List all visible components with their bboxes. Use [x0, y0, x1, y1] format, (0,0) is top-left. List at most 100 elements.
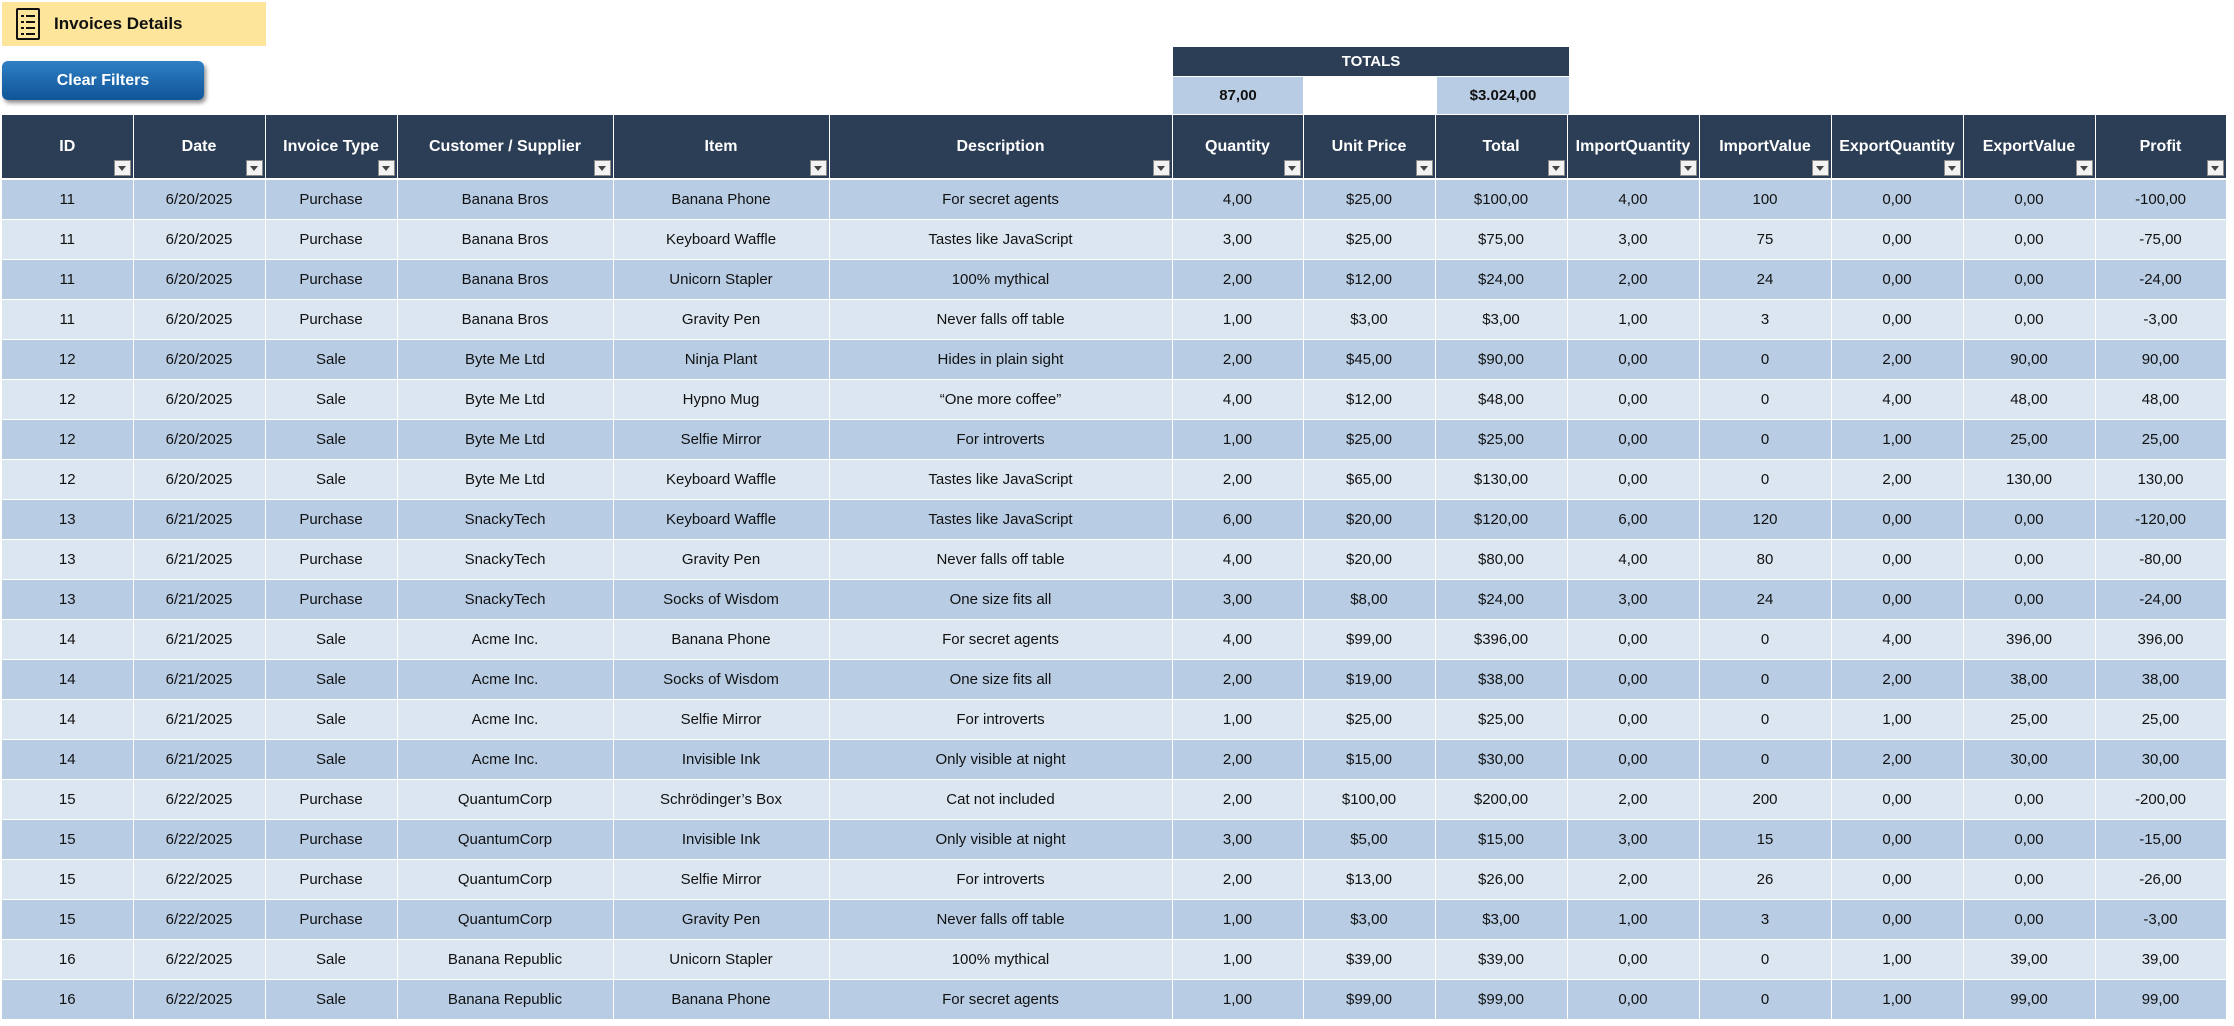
cell-total[interactable]: $3,00: [1435, 899, 1568, 940]
cell-invoice-type[interactable]: Sale: [265, 659, 398, 700]
cell-customer-supplier[interactable]: QuantumCorp: [397, 779, 614, 820]
cell-date[interactable]: 6/22/2025: [133, 899, 266, 940]
cell-import-value[interactable]: 0: [1699, 979, 1832, 1020]
cell-description[interactable]: Only visible at night: [829, 819, 1173, 860]
cell-customer-supplier[interactable]: Byte Me Ltd: [397, 379, 614, 420]
cell-import-value[interactable]: 3: [1699, 299, 1832, 340]
cell-id[interactable]: 15: [2, 859, 134, 900]
cell-export-value[interactable]: 0,00: [1963, 819, 2096, 860]
cell-invoice-type[interactable]: Sale: [265, 939, 398, 980]
cell-invoice-type[interactable]: Purchase: [265, 859, 398, 900]
cell-date[interactable]: 6/21/2025: [133, 579, 266, 620]
cell-profit[interactable]: -24,00: [2095, 579, 2227, 620]
cell-import-value[interactable]: 24: [1699, 579, 1832, 620]
cell-date[interactable]: 6/20/2025: [133, 178, 266, 220]
cell-invoice-type[interactable]: Purchase: [265, 539, 398, 580]
cell-id[interactable]: 13: [2, 539, 134, 580]
cell-id[interactable]: 14: [2, 619, 134, 660]
cell-total[interactable]: $3,00: [1435, 299, 1568, 340]
cell-description[interactable]: For introverts: [829, 859, 1173, 900]
cell-profit[interactable]: 396,00: [2095, 619, 2227, 660]
cell-item[interactable]: Banana Phone: [613, 178, 830, 220]
cell-quantity[interactable]: 2,00: [1172, 659, 1304, 700]
cell-item[interactable]: Ninja Plant: [613, 339, 830, 380]
cell-invoice-type[interactable]: Sale: [265, 739, 398, 780]
cell-total[interactable]: $99,00: [1435, 979, 1568, 1020]
cell-date[interactable]: 6/22/2025: [133, 859, 266, 900]
cell-export-value[interactable]: 0,00: [1963, 779, 2096, 820]
cell-unit-price[interactable]: $20,00: [1303, 539, 1436, 580]
filter-dropdown-icon[interactable]: [1679, 160, 1697, 176]
cell-total[interactable]: $80,00: [1435, 539, 1568, 580]
cell-invoice-type[interactable]: Purchase: [265, 779, 398, 820]
cell-profit[interactable]: 48,00: [2095, 379, 2227, 420]
cell-unit-price[interactable]: $20,00: [1303, 499, 1436, 540]
cell-quantity[interactable]: 1,00: [1172, 899, 1304, 940]
cell-export-value[interactable]: 0,00: [1963, 539, 2096, 580]
cell-import-value[interactable]: 0: [1699, 419, 1832, 460]
cell-id[interactable]: 14: [2, 699, 134, 740]
cell-import-quantity[interactable]: 4,00: [1567, 178, 1700, 220]
cell-import-value[interactable]: 0: [1699, 739, 1832, 780]
cell-description[interactable]: Only visible at night: [829, 739, 1173, 780]
cell-import-value[interactable]: 0: [1699, 699, 1832, 740]
cell-import-quantity[interactable]: 3,00: [1567, 219, 1700, 260]
cell-unit-price[interactable]: $25,00: [1303, 178, 1436, 220]
cell-customer-supplier[interactable]: SnackyTech: [397, 539, 614, 580]
cell-quantity[interactable]: 2,00: [1172, 739, 1304, 780]
clear-filters-button[interactable]: Clear Filters: [2, 61, 204, 100]
cell-import-quantity[interactable]: 0,00: [1567, 699, 1700, 740]
cell-description[interactable]: Cat not included: [829, 779, 1173, 820]
cell-profit[interactable]: -26,00: [2095, 859, 2227, 900]
cell-import-quantity[interactable]: 6,00: [1567, 499, 1700, 540]
cell-profit[interactable]: -15,00: [2095, 819, 2227, 860]
cell-import-quantity[interactable]: 0,00: [1567, 939, 1700, 980]
cell-date[interactable]: 6/21/2025: [133, 619, 266, 660]
cell-date[interactable]: 6/21/2025: [133, 499, 266, 540]
cell-customer-supplier[interactable]: Acme Inc.: [397, 699, 614, 740]
cell-total[interactable]: $90,00: [1435, 339, 1568, 380]
cell-id[interactable]: 12: [2, 379, 134, 420]
cell-description[interactable]: For introverts: [829, 699, 1173, 740]
cell-description[interactable]: For secret agents: [829, 178, 1173, 220]
cell-description[interactable]: Never falls off table: [829, 299, 1173, 340]
cell-export-value[interactable]: 0,00: [1963, 499, 2096, 540]
cell-item[interactable]: Hypno Mug: [613, 379, 830, 420]
cell-item[interactable]: Banana Phone: [613, 619, 830, 660]
cell-item[interactable]: Selfie Mirror: [613, 699, 830, 740]
cell-total[interactable]: $24,00: [1435, 579, 1568, 620]
cell-profit[interactable]: -3,00: [2095, 299, 2227, 340]
cell-export-value[interactable]: 38,00: [1963, 659, 2096, 700]
cell-unit-price[interactable]: $99,00: [1303, 979, 1436, 1020]
cell-quantity[interactable]: 4,00: [1172, 379, 1304, 420]
cell-description[interactable]: One size fits all: [829, 659, 1173, 700]
cell-total[interactable]: $25,00: [1435, 419, 1568, 460]
cell-export-value[interactable]: 0,00: [1963, 178, 2096, 220]
cell-export-quantity[interactable]: 0,00: [1831, 499, 1964, 540]
cell-item[interactable]: Selfie Mirror: [613, 859, 830, 900]
cell-customer-supplier[interactable]: Banana Republic: [397, 979, 614, 1020]
cell-export-quantity[interactable]: 1,00: [1831, 939, 1964, 980]
cell-item[interactable]: Invisible Ink: [613, 819, 830, 860]
cell-quantity[interactable]: 4,00: [1172, 539, 1304, 580]
cell-export-value[interactable]: 25,00: [1963, 419, 2096, 460]
cell-export-quantity[interactable]: 0,00: [1831, 899, 1964, 940]
cell-profit[interactable]: 90,00: [2095, 339, 2227, 380]
cell-customer-supplier[interactable]: SnackyTech: [397, 499, 614, 540]
cell-export-quantity[interactable]: 0,00: [1831, 579, 1964, 620]
cell-import-quantity[interactable]: 0,00: [1567, 419, 1700, 460]
cell-unit-price[interactable]: $45,00: [1303, 339, 1436, 380]
cell-date[interactable]: 6/20/2025: [133, 459, 266, 500]
cell-unit-price[interactable]: $19,00: [1303, 659, 1436, 700]
cell-export-quantity[interactable]: 0,00: [1831, 259, 1964, 300]
cell-export-quantity[interactable]: 0,00: [1831, 178, 1964, 220]
cell-unit-price[interactable]: $8,00: [1303, 579, 1436, 620]
cell-id[interactable]: 15: [2, 899, 134, 940]
cell-unit-price[interactable]: $99,00: [1303, 619, 1436, 660]
filter-dropdown-icon[interactable]: [2206, 160, 2224, 176]
cell-description[interactable]: For secret agents: [829, 979, 1173, 1020]
cell-customer-supplier[interactable]: QuantumCorp: [397, 819, 614, 860]
cell-total[interactable]: $24,00: [1435, 259, 1568, 300]
cell-id[interactable]: 12: [2, 419, 134, 460]
cell-description[interactable]: Never falls off table: [829, 899, 1173, 940]
